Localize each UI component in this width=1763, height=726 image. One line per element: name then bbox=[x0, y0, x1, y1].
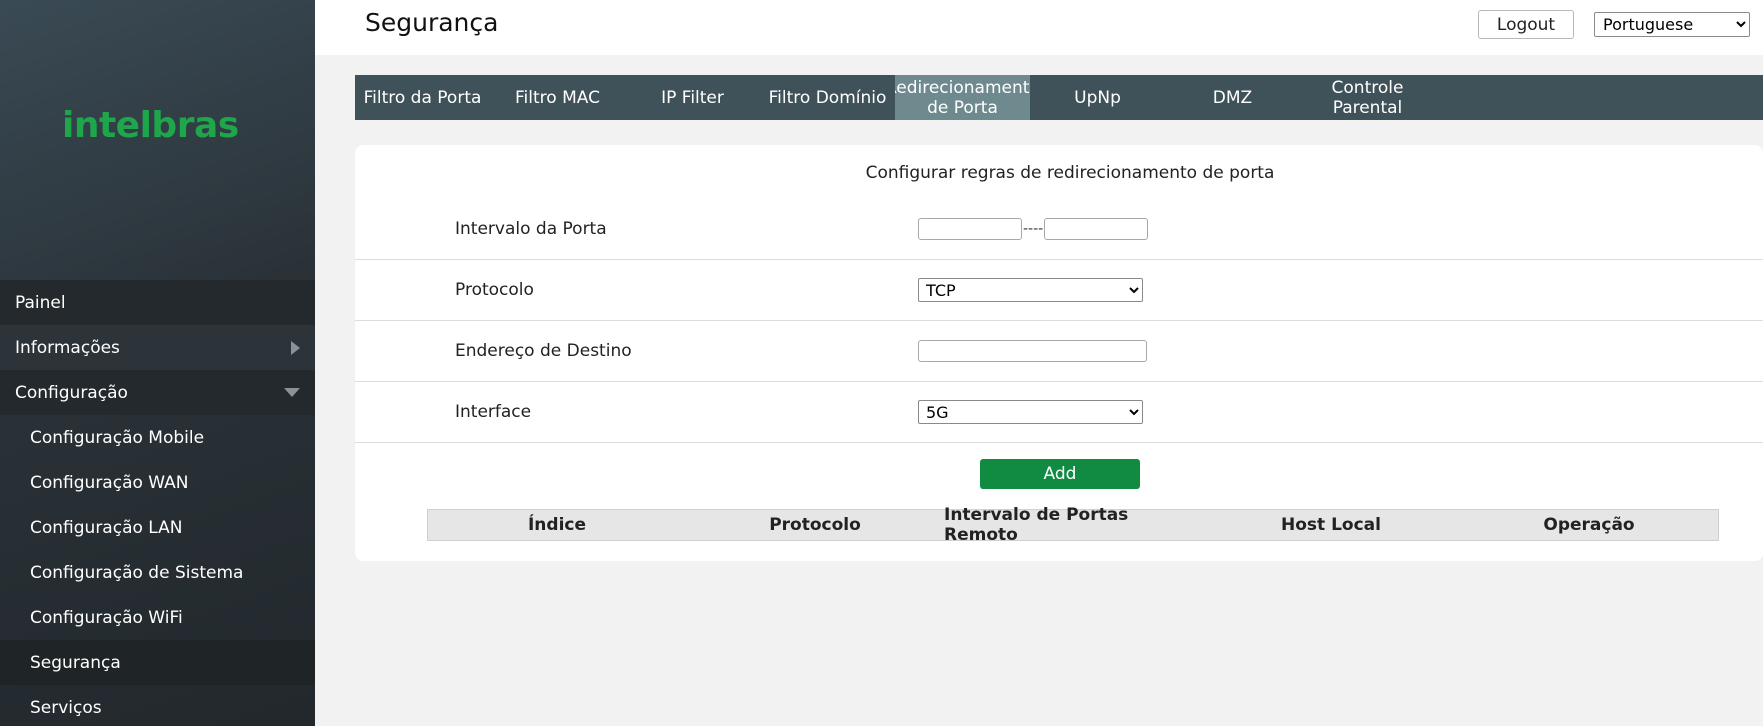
tab-ip-filter[interactable]: IP Filter bbox=[625, 75, 760, 120]
port-range-separator: ---- bbox=[1023, 221, 1044, 237]
sidebar-item-config-wan[interactable]: Configuração WAN bbox=[0, 460, 315, 505]
tab-filtro-dominio[interactable]: Filtro Domínio bbox=[760, 75, 895, 120]
protocol-row: Protocolo TCP bbox=[355, 260, 1763, 321]
intelbras-logo: intelbras bbox=[62, 104, 239, 146]
interface-label: Interface bbox=[455, 402, 532, 422]
chevron-right-icon bbox=[291, 340, 300, 355]
tab-filtro-porta[interactable]: Filtro da Porta bbox=[355, 75, 490, 120]
sidebar-menu: Painel Informações Configuração Configur… bbox=[0, 280, 315, 726]
port-range-label: Intervalo da Porta bbox=[455, 219, 607, 239]
sidebar-item-label: Configuração bbox=[15, 382, 128, 403]
sidebar-item-config-lan[interactable]: Configuração LAN bbox=[0, 505, 315, 550]
sidebar-item-label: Informações bbox=[15, 337, 120, 358]
logout-button[interactable]: Logout bbox=[1478, 10, 1574, 39]
sidebar-item-label: Configuração WAN bbox=[30, 472, 189, 493]
language-select[interactable]: Portuguese bbox=[1594, 12, 1750, 37]
protocol-select[interactable]: TCP bbox=[918, 278, 1143, 302]
tab-bar: Filtro da Porta Filtro MAC IP Filter Fil… bbox=[355, 75, 1763, 120]
port-range-row: Intervalo da Porta ---- bbox=[355, 199, 1763, 260]
sidebar: intelbras Painel Informações Configuraçã… bbox=[0, 0, 315, 726]
tab-filtro-mac[interactable]: Filtro MAC bbox=[490, 75, 625, 120]
sidebar-item-informacoes[interactable]: Informações bbox=[0, 325, 315, 370]
rules-table-header: Índice Protocolo Intervalo de Portas Rem… bbox=[427, 505, 1719, 545]
sidebar-item-seguranca[interactable]: Segurança bbox=[0, 640, 315, 685]
sidebar-item-config-wifi[interactable]: Configuração WiFi bbox=[0, 595, 315, 640]
table-header-operacao: Operação bbox=[1543, 515, 1635, 535]
sidebar-item-label: Configuração LAN bbox=[30, 517, 183, 538]
sidebar-item-label: Configuração Mobile bbox=[30, 427, 205, 448]
sidebar-item-label: Segurança bbox=[30, 652, 121, 673]
sidebar-item-servicos[interactable]: Serviços bbox=[0, 685, 315, 726]
table-header-protocolo: Protocolo bbox=[769, 515, 861, 535]
top-header: Segurança Logout Portuguese bbox=[315, 0, 1763, 55]
port-end-input[interactable] bbox=[1044, 218, 1149, 240]
sidebar-item-painel[interactable]: Painel bbox=[0, 280, 315, 325]
destination-input[interactable] bbox=[918, 340, 1147, 362]
tab-controle-parental[interactable]: Controle Parental bbox=[1300, 75, 1435, 120]
sidebar-item-label: Configuração WiFi bbox=[30, 607, 183, 628]
port-forwarding-card: Configurar regras de redirecionamento de… bbox=[355, 145, 1763, 561]
destination-row: Endereço de Destino bbox=[355, 321, 1763, 382]
sidebar-item-configuracao[interactable]: Configuração bbox=[0, 370, 315, 415]
form-title: Configurar regras de redirecionamento de… bbox=[865, 163, 1275, 183]
sidebar-item-label: Configuração de Sistema bbox=[30, 562, 244, 583]
interface-row: Interface 5G bbox=[355, 382, 1763, 443]
sidebar-item-config-mobile[interactable]: Configuração Mobile bbox=[0, 415, 315, 460]
tab-dmz[interactable]: DMZ bbox=[1165, 75, 1300, 120]
tab-redirecionamento-porta[interactable]: Redirecionamento de Porta bbox=[895, 75, 1030, 120]
sidebar-item-label: Serviços bbox=[30, 697, 102, 718]
port-start-input[interactable] bbox=[918, 218, 1022, 240]
sidebar-item-label: Painel bbox=[15, 292, 66, 313]
table-header-indice: Índice bbox=[527, 515, 587, 535]
protocol-label: Protocolo bbox=[455, 280, 534, 300]
page-title: Segurança bbox=[365, 8, 499, 37]
interface-select[interactable]: 5G bbox=[918, 400, 1143, 424]
logo-area: intelbras bbox=[0, 0, 315, 280]
table-header-intervalo: Intervalo de Portas Remoto bbox=[944, 505, 1129, 545]
chevron-down-icon bbox=[284, 388, 300, 397]
port-range-controls: ---- bbox=[918, 218, 1149, 240]
tab-upnp[interactable]: UpNp bbox=[1030, 75, 1165, 120]
add-button[interactable]: Add bbox=[980, 459, 1140, 489]
protocol-controls: TCP bbox=[918, 278, 1143, 302]
interface-controls: 5G bbox=[918, 400, 1143, 424]
table-header-host-local: Host Local bbox=[1281, 515, 1381, 535]
destination-label: Endereço de Destino bbox=[455, 341, 632, 361]
destination-controls bbox=[918, 340, 1147, 362]
sidebar-item-config-sistema[interactable]: Configuração de Sistema bbox=[0, 550, 315, 595]
